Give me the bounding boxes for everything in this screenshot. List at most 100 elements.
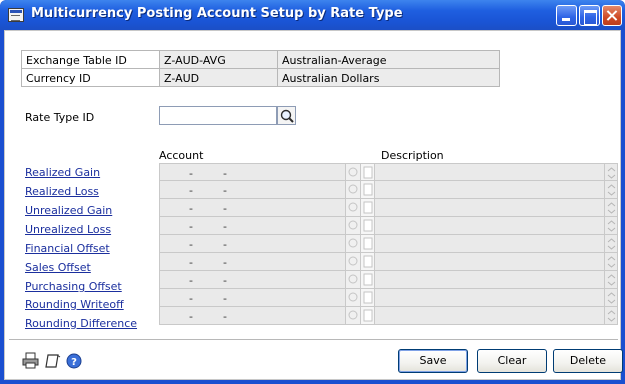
exchange-table-label: Exchange Table ID <box>21 50 160 69</box>
account-segment-separator: - <box>189 310 193 323</box>
maximize-button[interactable] <box>579 5 600 26</box>
currency-description: Australian Dollars <box>277 68 500 87</box>
clear-button[interactable]: Clear <box>477 349 547 373</box>
unrealized-loss-link[interactable]: Unrealized Loss <box>25 223 111 236</box>
rounding-writeoff-link[interactable]: Rounding Writeoff <box>25 298 124 311</box>
note-button[interactable] <box>361 217 375 235</box>
account-field[interactable]: - - <box>159 163 346 181</box>
note-button[interactable] <box>361 307 375 325</box>
description-field <box>375 271 605 289</box>
account-lookup-button[interactable] <box>346 217 361 235</box>
note-button[interactable] <box>361 271 375 289</box>
note-icon <box>363 201 373 214</box>
account-field[interactable]: - - <box>159 271 346 289</box>
account-field[interactable]: - - <box>159 289 346 307</box>
note-button[interactable] <box>361 163 375 181</box>
account-lookup-button[interactable] <box>346 235 361 253</box>
unrealized-gain-link[interactable]: Unrealized Gain <box>25 204 112 217</box>
help-icon[interactable]: ? <box>65 352 85 370</box>
account-column-header: Account <box>159 149 204 162</box>
exchange-table-description: Australian-Average <box>277 50 500 69</box>
rate-type-lookup-button[interactable] <box>277 106 296 125</box>
account-field[interactable]: - - <box>159 199 346 217</box>
account-segment-separator: - <box>223 256 227 269</box>
note-icon <box>363 219 373 232</box>
row-expand-button[interactable] <box>605 163 618 181</box>
account-segment-separator: - <box>189 274 193 287</box>
account-lookup-button[interactable] <box>346 181 361 199</box>
note-icon <box>363 291 373 304</box>
footer-separator <box>9 339 618 340</box>
description-field <box>375 289 605 307</box>
row-expand-button[interactable] <box>605 307 618 325</box>
note-icon[interactable] <box>43 352 63 370</box>
note-button[interactable] <box>361 181 375 199</box>
expand-arrows-icon <box>607 167 616 179</box>
account-segment-separator: - <box>223 220 227 233</box>
note-button[interactable] <box>361 199 375 217</box>
rounding-difference-link[interactable]: Rounding Difference <box>25 317 137 330</box>
account-field[interactable]: - - <box>159 253 346 271</box>
window: Multicurrency Posting Account Setup by R… <box>0 0 625 384</box>
account-lookup-button[interactable] <box>346 163 361 181</box>
realized-gain-link[interactable]: Realized Gain <box>25 166 100 179</box>
note-icon <box>363 237 373 250</box>
row-expand-button[interactable] <box>605 253 618 271</box>
account-segment-separator: - <box>189 220 193 233</box>
purchasing-offset-link[interactable]: Purchasing Offset <box>25 280 122 293</box>
account-segment-separator: - <box>223 274 227 287</box>
magnifier-icon <box>348 202 358 212</box>
account-field[interactable]: - - <box>159 235 346 253</box>
note-button[interactable] <box>361 235 375 253</box>
account-field[interactable]: - - <box>159 217 346 235</box>
description-field <box>375 217 605 235</box>
account-field[interactable]: - - <box>159 307 346 325</box>
row-expand-button[interactable] <box>605 289 618 307</box>
description-field <box>375 163 605 181</box>
row-expand-button[interactable] <box>605 217 618 235</box>
account-segment-separator: - <box>223 202 227 215</box>
expand-arrows-icon <box>607 256 616 268</box>
magnifier-icon <box>348 310 358 320</box>
minimize-button[interactable] <box>556 5 577 26</box>
delete-button[interactable]: Delete <box>553 349 623 373</box>
row-expand-button[interactable] <box>605 199 618 217</box>
currency-id-value: Z-AUD <box>159 68 278 87</box>
row-expand-button[interactable] <box>605 181 618 199</box>
account-lookup-button[interactable] <box>346 271 361 289</box>
printer-icon[interactable] <box>21 352 41 370</box>
account-lookup-button[interactable] <box>346 199 361 217</box>
account-field[interactable]: - - <box>159 181 346 199</box>
account-lookup-button[interactable] <box>346 289 361 307</box>
account-segment-separator: - <box>223 292 227 305</box>
account-segment-separator: - <box>189 292 193 305</box>
note-icon <box>363 309 373 322</box>
exchange-table-value: Z-AUD-AVG <box>159 50 278 69</box>
expand-arrows-icon <box>607 220 616 232</box>
window-title: Multicurrency Posting Account Setup by R… <box>31 6 403 21</box>
magnifier-icon <box>348 292 358 302</box>
row-expand-button[interactable] <box>605 271 618 289</box>
sales-offset-link[interactable]: Sales Offset <box>25 261 91 274</box>
svg-text:?: ? <box>71 357 77 368</box>
note-button[interactable] <box>361 253 375 271</box>
account-segment-separator: - <box>189 184 193 197</box>
account-lookup-button[interactable] <box>346 253 361 271</box>
save-button[interactable]: Save <box>398 349 468 373</box>
description-field <box>375 307 605 325</box>
row-expand-button[interactable] <box>605 235 618 253</box>
expand-arrows-icon <box>607 310 616 322</box>
title-bar[interactable]: Multicurrency Posting Account Setup by R… <box>0 0 625 30</box>
account-segment-separator: - <box>223 167 227 180</box>
note-button[interactable] <box>361 289 375 307</box>
note-icon <box>363 255 373 268</box>
realized-loss-link[interactable]: Realized Loss <box>25 185 99 198</box>
account-lookup-button[interactable] <box>346 307 361 325</box>
magnifier-icon <box>348 256 358 266</box>
rate-type-input[interactable] <box>159 106 277 125</box>
close-button[interactable] <box>602 5 622 26</box>
financial-offset-link[interactable]: Financial Offset <box>25 242 110 255</box>
account-segment-separator: - <box>223 238 227 251</box>
account-segment-separator: - <box>223 310 227 323</box>
account-segment-separator: - <box>189 256 193 269</box>
